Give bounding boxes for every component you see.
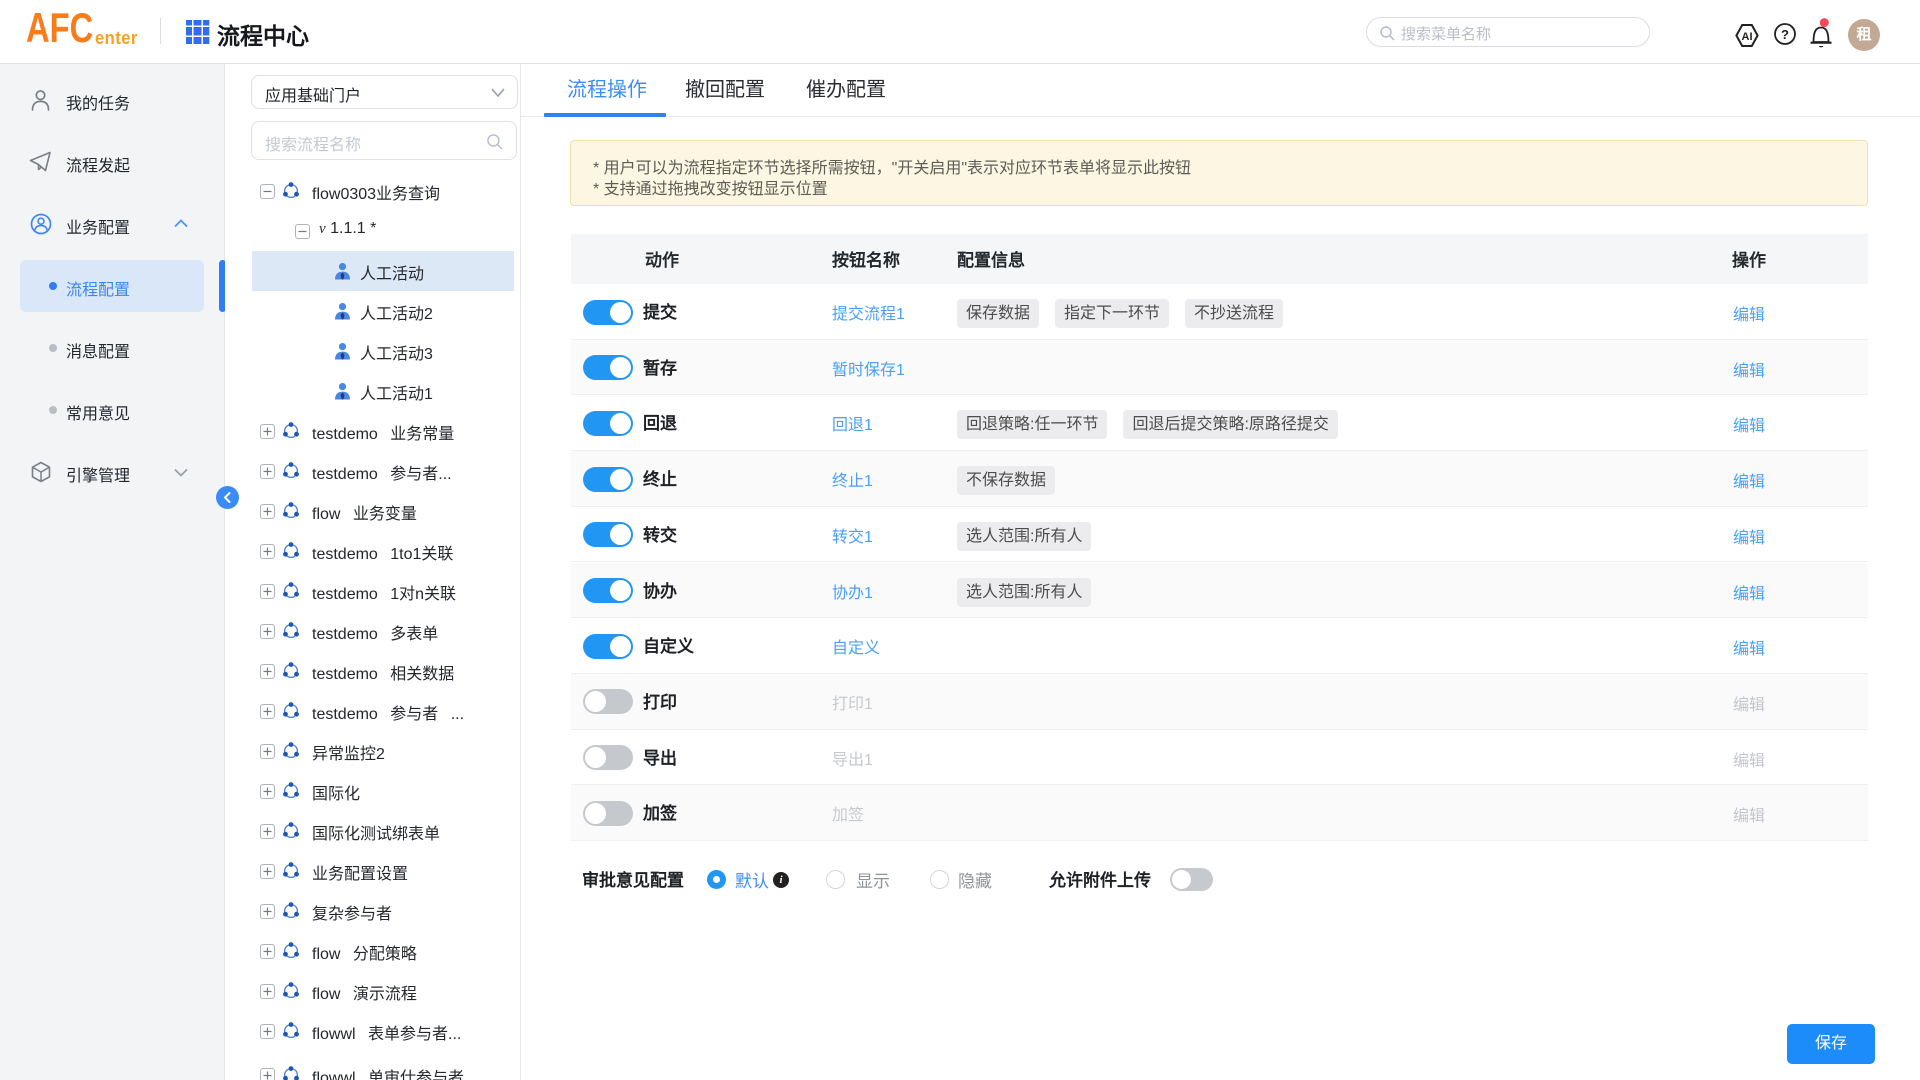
svg-text:?: ?: [1781, 27, 1789, 42]
svg-text:AI: AI: [1742, 31, 1753, 43]
